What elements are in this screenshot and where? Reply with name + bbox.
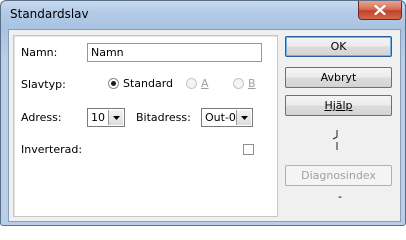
ok-button[interactable]: OK [285,36,392,57]
dialog-window: Standardslav Namn: Namn Slavtyp: Standar… [0,0,406,226]
address-value: 10 [91,111,105,124]
radio-standard-label[interactable]: Standard [123,77,173,90]
name-label: Namn: [21,46,58,59]
cancel-button[interactable]: Avbryt [285,67,392,88]
radio-a-label[interactable]: A [201,77,209,90]
diagnosis-value: - [338,190,342,203]
radio-a[interactable] [186,78,197,89]
help-button[interactable]: Hjälp [285,95,392,116]
radio-b-label[interactable]: B [248,77,256,90]
dropdown-arrow-icon [108,110,123,125]
slave-symbol-icon [332,130,338,150]
dropdown-arrow-icon [236,110,251,125]
help-button-label: Hjälp [324,99,353,112]
window-title: Standardslav [10,7,89,21]
address-select[interactable]: 10 [87,108,125,127]
bitaddress-value: Out-0 [205,111,236,124]
radio-b[interactable] [233,78,244,89]
diagnosis-index-button[interactable]: Diagnosindex [285,165,392,186]
dialog-client: Namn: Namn Slavtyp: Standard A B Adress:… [8,29,401,222]
inverted-label: Inverterad: [21,143,83,156]
bitaddress-select[interactable]: Out-0 [201,108,253,127]
close-icon [374,5,386,15]
radio-standard[interactable] [108,78,119,89]
inverted-checkbox[interactable] [243,144,254,155]
name-input[interactable]: Namn [87,43,262,62]
close-button[interactable] [358,1,402,20]
address-label: Adress: [21,111,62,124]
bitaddress-label: Bitadress: [136,111,191,124]
settings-panel: Namn: Namn Slavtyp: Standard A B Adress:… [13,35,278,217]
slavetype-label: Slavtyp: [21,78,66,91]
